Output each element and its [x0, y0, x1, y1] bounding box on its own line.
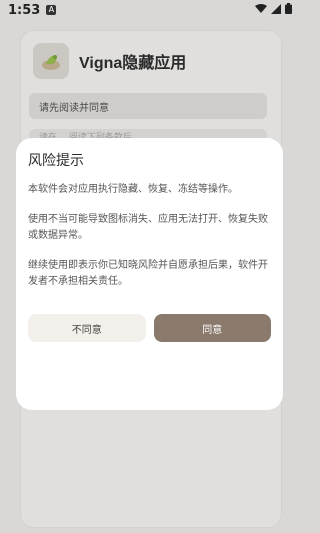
status-time: 1:53: [8, 2, 41, 18]
status-right: [255, 3, 292, 17]
signal-icon: [271, 3, 281, 17]
dialog-paragraph: 使用不当可能导致图标消失、应用无法打开、恢复失败或数据异常。: [28, 214, 268, 241]
app-logo-icon: [33, 43, 69, 79]
dialog-actions: 不同意 同意: [28, 314, 271, 342]
battery-icon: [285, 3, 292, 17]
app-header: Vigna隐藏应用: [33, 43, 186, 79]
status-left: 1:53 A: [8, 2, 57, 18]
risk-dialog: 风险提示 本软件会对应用执行隐藏、恢复、冻结等操作。 使用不当可能导致图标消失、…: [16, 138, 283, 410]
wifi-icon: [255, 3, 267, 17]
accept-button[interactable]: 同意: [153, 314, 271, 342]
dialog-paragraph: 本软件会对应用执行隐藏、恢复、冻结等操作。: [28, 184, 238, 195]
notice-bar: 请先阅读并同意: [29, 93, 267, 119]
app-title: Vigna隐藏应用: [79, 55, 187, 72]
decline-button[interactable]: 不同意: [28, 314, 146, 342]
notification-app-icon: A: [46, 5, 57, 15]
status-bar: 1:53 A: [0, 0, 300, 20]
dialog-title: 风险提示: [28, 153, 84, 169]
dialog-paragraph: 继续使用即表示你已知晓风险并自愿承担后果，软件开发者不承担相关责任。: [28, 260, 268, 287]
